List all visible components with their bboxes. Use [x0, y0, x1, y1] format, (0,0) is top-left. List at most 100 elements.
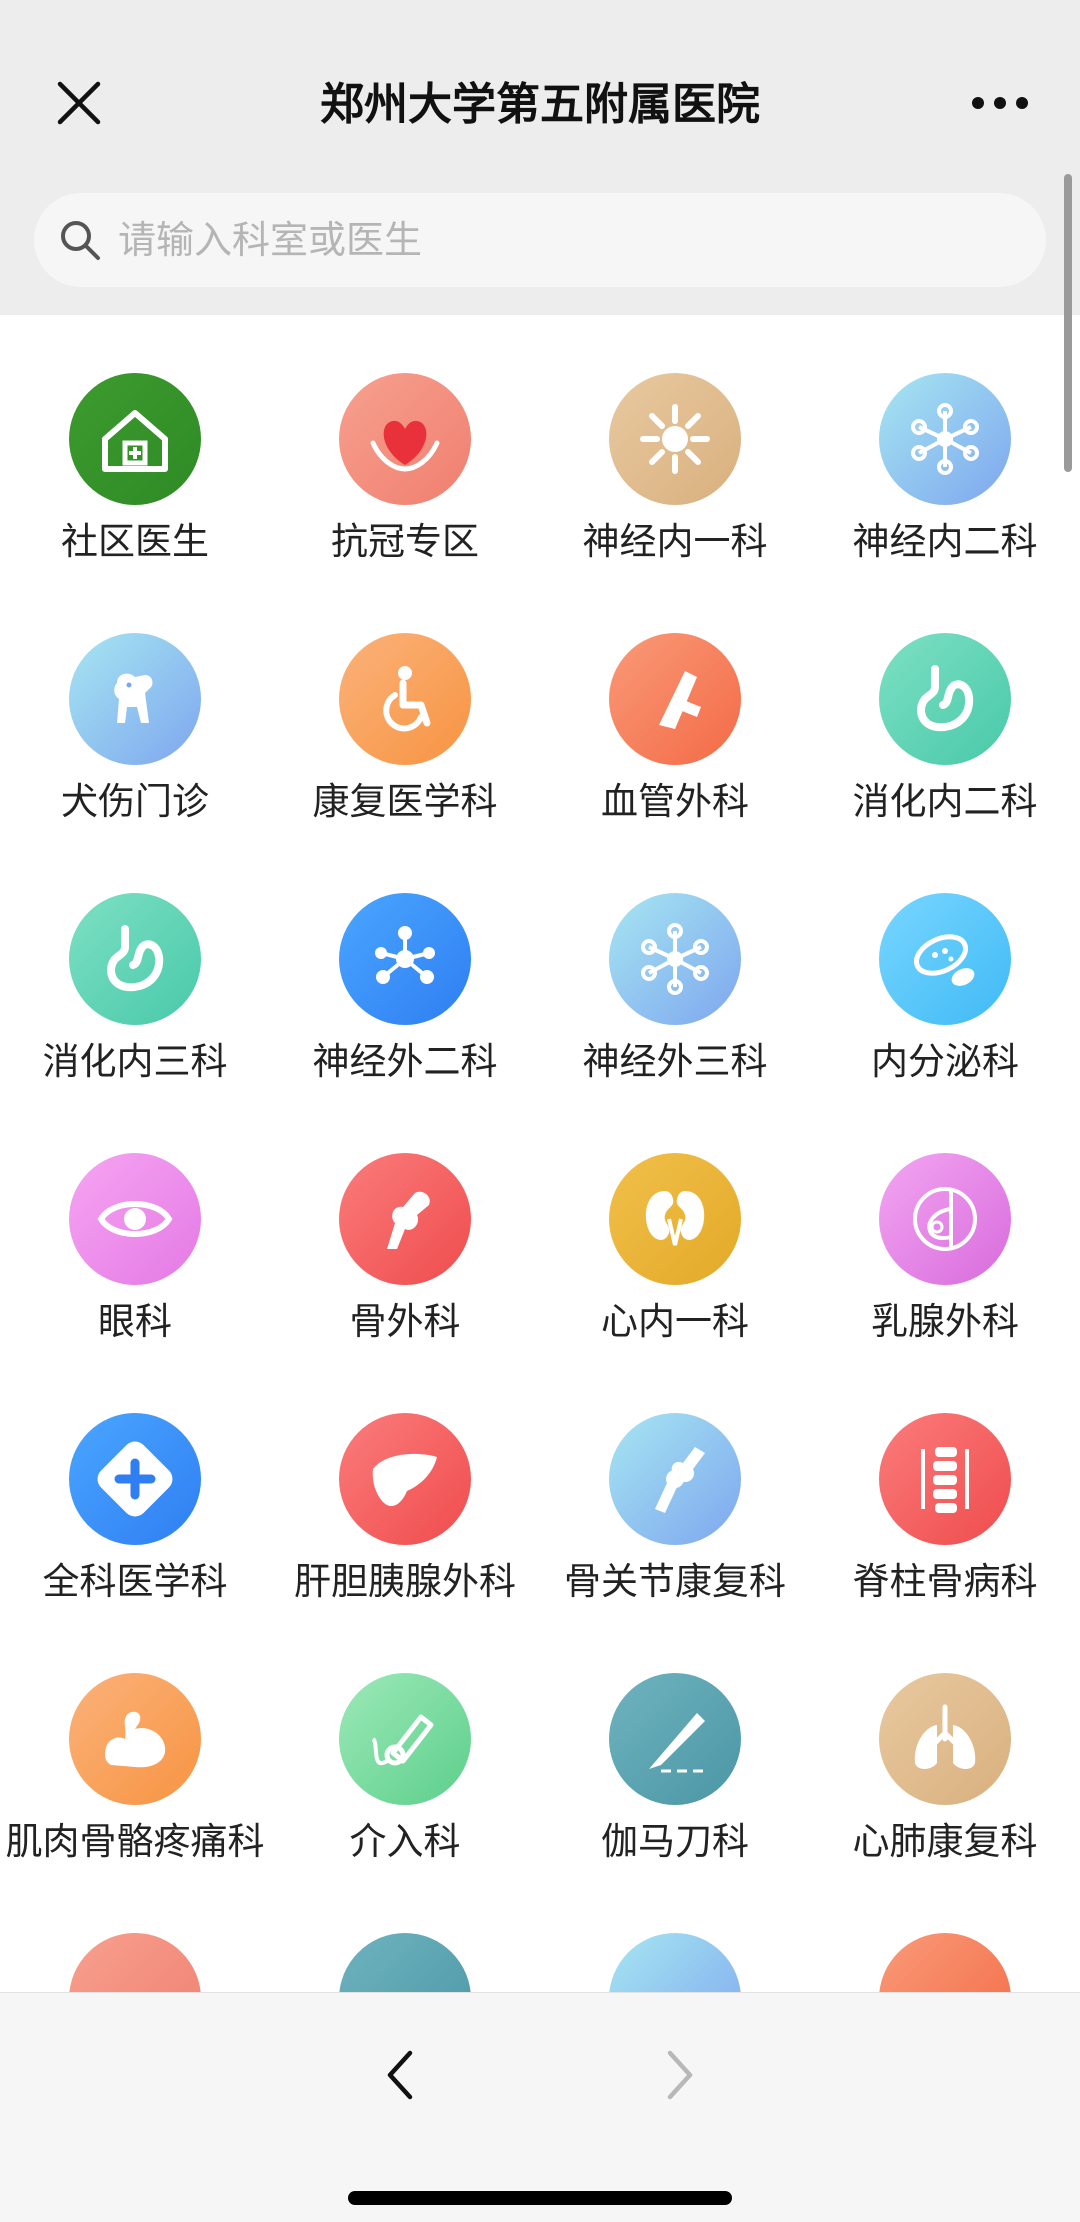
department-label: 神经外二科	[312, 1040, 498, 1083]
stomach-icon	[917, 665, 974, 732]
lungs-icon	[914, 1704, 976, 1769]
department-item[interactable]	[540, 1875, 810, 1992]
department-icon-badge	[879, 1153, 1011, 1285]
department-label: 心肺康复科	[852, 1820, 1038, 1863]
liver-icon	[372, 1453, 437, 1507]
department-label: 骨外科	[349, 1300, 461, 1343]
department-item[interactable]: 神经外二科	[270, 835, 540, 1095]
department-icon-badge	[609, 893, 741, 1025]
forward-button[interactable]	[640, 2035, 720, 2115]
search-box[interactable]	[34, 193, 1046, 287]
department-icon-badge	[609, 633, 741, 765]
department-icon-badge	[339, 373, 471, 505]
department-item[interactable]: 骨外科	[270, 1095, 540, 1355]
department-icon-badge	[879, 633, 1011, 765]
department-label: 神经外三科	[582, 1040, 768, 1083]
department-label: 眼科	[98, 1300, 172, 1343]
department-item[interactable]: 消化内三科	[0, 835, 270, 1095]
department-label: 介入科	[349, 1820, 461, 1863]
blood-vessel-icon	[659, 671, 701, 729]
department-item[interactable]: 神经内一科	[540, 315, 810, 575]
top-bar: 郑州大学第五附属医院	[0, 0, 1080, 165]
department-item[interactable]: 内分泌科	[810, 835, 1080, 1095]
department-item[interactable]	[0, 1875, 270, 1992]
more-icon	[972, 97, 1028, 109]
close-button[interactable]	[44, 68, 114, 138]
department-label: 肌肉骨骼疼痛科	[5, 1820, 265, 1863]
department-icon-badge	[69, 893, 201, 1025]
department-item[interactable]: 全科医学科	[0, 1355, 270, 1615]
department-icon-badge	[339, 1673, 471, 1805]
department-icon-badge	[69, 1933, 201, 1992]
department-label: 心内一科	[601, 1300, 749, 1343]
department-icon-badge	[69, 1413, 201, 1545]
department-item[interactable]: 神经外三科	[540, 835, 810, 1095]
department-item[interactable]: 伽马刀科	[540, 1615, 810, 1875]
department-icon-badge	[339, 633, 471, 765]
department-label: 消化内二科	[852, 780, 1038, 823]
department-item[interactable]: 骨关节康复科	[540, 1355, 810, 1615]
department-icon-badge	[609, 1153, 741, 1285]
department-label: 康复医学科	[312, 780, 498, 823]
back-button[interactable]	[360, 2035, 440, 2115]
kidney-icon	[645, 1191, 705, 1246]
neuron-network-icon	[641, 923, 709, 995]
partial-icon	[95, 1959, 175, 1992]
department-item[interactable]	[810, 1875, 1080, 1992]
department-item[interactable]: 神经内二科	[810, 315, 1080, 575]
department-item[interactable]: 肝胆胰腺外科	[270, 1355, 540, 1615]
more-button[interactable]	[960, 68, 1040, 138]
heart-hands-icon	[370, 420, 440, 472]
department-item[interactable]: 血管外科	[540, 575, 810, 835]
eye-icon	[97, 1201, 173, 1237]
muscle-arm-icon	[105, 1711, 166, 1768]
department-item[interactable]: 抗冠专区	[270, 315, 540, 575]
department-item[interactable]: 心内一科	[540, 1095, 810, 1355]
department-item[interactable]: 介入科	[270, 1615, 540, 1875]
department-item[interactable]: 心肺康复科	[810, 1615, 1080, 1875]
department-item[interactable]: 乳腺外科	[810, 1095, 1080, 1355]
chevron-right-icon	[667, 2050, 693, 2100]
wheelchair-icon	[383, 666, 431, 732]
department-label: 内分泌科	[871, 1040, 1019, 1083]
department-item[interactable]: 社区医生	[0, 315, 270, 575]
department-label: 抗冠专区	[331, 520, 479, 563]
search-icon	[61, 221, 100, 260]
department-item[interactable]: 脊柱骨病科	[810, 1355, 1080, 1615]
neuron-network-icon	[911, 403, 979, 475]
department-item[interactable]: 肌肉骨骼疼痛科	[0, 1615, 270, 1875]
close-icon	[57, 81, 101, 125]
bacteria-icon	[913, 934, 975, 986]
home-indicator[interactable]	[348, 2191, 732, 2205]
department-icon-badge	[609, 373, 741, 505]
partial-icon	[905, 1959, 985, 1992]
department-label: 伽马刀科	[601, 1820, 749, 1863]
search-input[interactable]	[116, 217, 980, 263]
department-item[interactable]: 眼科	[0, 1095, 270, 1355]
department-item[interactable]: 康复医学科	[270, 575, 540, 835]
department-label: 神经内一科	[582, 520, 768, 563]
department-icon-badge	[339, 1933, 471, 1992]
department-item[interactable]: 犬伤门诊	[0, 575, 270, 835]
department-icon-badge	[879, 1673, 1011, 1805]
department-label: 肝胆胰腺外科	[294, 1560, 516, 1603]
community-house-icon	[102, 410, 168, 472]
spine-icon	[921, 1447, 969, 1513]
department-icon-badge	[69, 1673, 201, 1805]
bone-joint-icon	[387, 1191, 430, 1249]
molecule-icon	[375, 926, 435, 984]
department-label: 犬伤门诊	[61, 780, 209, 823]
department-label: 血管外科	[601, 780, 749, 823]
bottom-navigation-bar	[0, 1992, 1080, 2222]
department-icon-badge	[609, 1413, 741, 1545]
department-item[interactable]: 消化内二科	[810, 575, 1080, 835]
department-icon-badge	[609, 1673, 741, 1805]
department-icon-badge	[69, 633, 201, 765]
catheter-icon	[371, 1714, 434, 1766]
department-icon-badge	[69, 1153, 201, 1285]
partial-icon	[635, 1959, 715, 1992]
department-label: 乳腺外科	[871, 1300, 1019, 1343]
department-item[interactable]	[270, 1875, 540, 1992]
department-icon-badge	[879, 1933, 1011, 1992]
department-label: 消化内三科	[42, 1040, 228, 1083]
